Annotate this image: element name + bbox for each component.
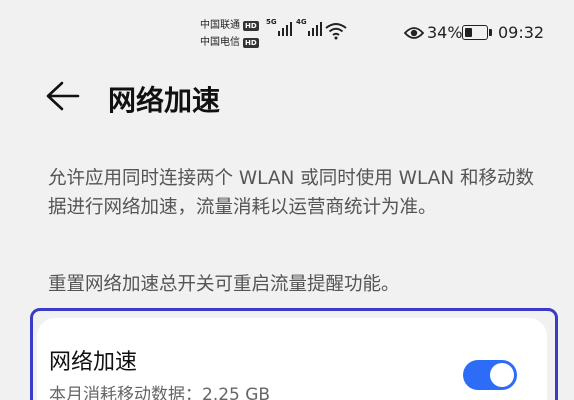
eye-icon [404, 27, 424, 39]
toggle-knob [490, 363, 514, 387]
status-time: 09:32 [498, 23, 545, 42]
description-text: 允许应用同时连接两个 WLAN 或同时使用 WLAN 和移动数据进行网络加速，流… [48, 168, 535, 218]
back-button[interactable] [44, 78, 88, 114]
wifi-icon [325, 23, 347, 40]
battery-percent: 34% [427, 23, 463, 42]
network-acceleration-toggle[interactable] [463, 360, 517, 390]
status-bar: 中国联通 HD 中国电信 HD 5G 4G 34% 09:32 [0, 0, 574, 60]
hd-badge-1: HD [243, 20, 259, 31]
hd-badge-2: HD [243, 37, 259, 48]
battery-level [465, 28, 472, 37]
sim1-signal-icon: 5G [266, 18, 293, 36]
carrier-1: 中国联通 HD [200, 17, 259, 34]
sim2-network-type: 4G [296, 18, 307, 26]
carrier-labels: 中国联通 HD 中国电信 HD [200, 17, 259, 51]
setting-title: 网络加速 [49, 350, 138, 375]
battery-tip [489, 29, 492, 36]
page-title: 网络加速 [108, 84, 221, 117]
sim1-network-type: 5G [266, 18, 277, 26]
carrier-2-name: 中国电信 [200, 37, 240, 48]
reset-hint-text: 重置网络加速总开关可重启流量提醒功能。 [48, 274, 400, 295]
arrow-left-icon [46, 81, 80, 111]
data-usage-text: 本月消耗移动数据：2.25 GB [49, 385, 271, 400]
carrier-2: 中国电信 HD [200, 34, 259, 51]
sim2-signal-icon: 4G [296, 18, 323, 36]
carrier-1-name: 中国联通 [200, 20, 240, 31]
battery-icon [462, 25, 488, 40]
